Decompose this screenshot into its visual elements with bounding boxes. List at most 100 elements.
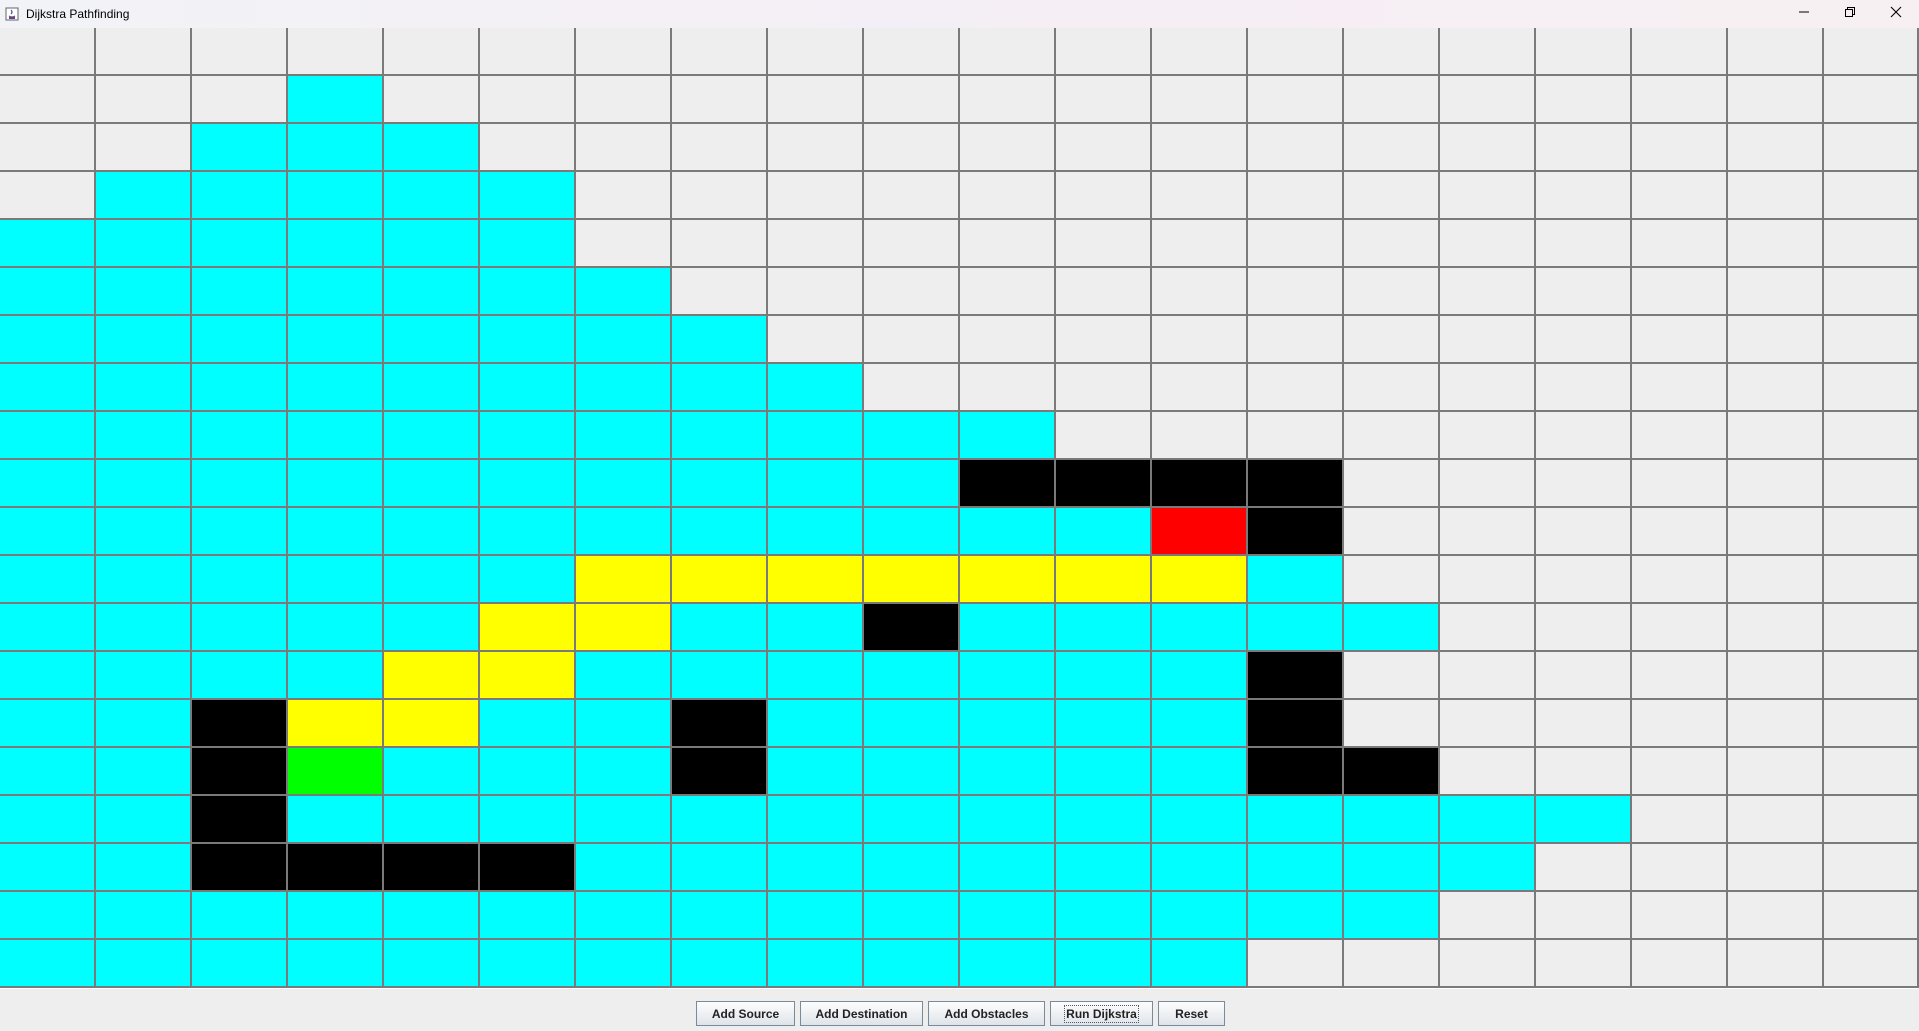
cell-visited[interactable] [768, 412, 864, 460]
cell-visited[interactable] [384, 460, 480, 508]
add-obstacles-button[interactable]: Add Obstacles [928, 1001, 1045, 1026]
cell-empty[interactable] [1440, 268, 1536, 316]
cell-empty[interactable] [576, 220, 672, 268]
cell-empty[interactable] [1056, 268, 1152, 316]
cell-visited[interactable] [1152, 892, 1248, 940]
cell-visited[interactable] [768, 700, 864, 748]
cell-path[interactable] [672, 556, 768, 604]
cell-empty[interactable] [1632, 28, 1728, 76]
cell-empty[interactable] [1248, 172, 1344, 220]
cell-path[interactable] [384, 652, 480, 700]
cell-empty[interactable] [1824, 268, 1919, 316]
cell-path[interactable] [576, 604, 672, 652]
cell-empty[interactable] [1536, 412, 1632, 460]
pathfinding-grid[interactable] [0, 28, 1919, 989]
cell-visited[interactable] [1344, 844, 1440, 892]
cell-visited[interactable] [864, 508, 960, 556]
cell-empty[interactable] [1728, 172, 1824, 220]
cell-visited[interactable] [1056, 796, 1152, 844]
cell-empty[interactable] [1824, 796, 1919, 844]
cell-empty[interactable] [1728, 700, 1824, 748]
cell-visited[interactable] [96, 892, 192, 940]
cell-empty[interactable] [96, 124, 192, 172]
cell-visited[interactable] [864, 748, 960, 796]
cell-empty[interactable] [1056, 124, 1152, 172]
cell-empty[interactable] [1632, 748, 1728, 796]
cell-empty[interactable] [1344, 412, 1440, 460]
cell-visited[interactable] [192, 460, 288, 508]
cell-visited[interactable] [1152, 700, 1248, 748]
cell-empty[interactable] [1152, 124, 1248, 172]
cell-visited[interactable] [288, 316, 384, 364]
cell-visited[interactable] [288, 508, 384, 556]
cell-visited[interactable] [192, 652, 288, 700]
cell-visited[interactable] [480, 796, 576, 844]
cell-visited[interactable] [480, 316, 576, 364]
cell-empty[interactable] [1536, 940, 1632, 988]
cell-visited[interactable] [480, 220, 576, 268]
cell-visited[interactable] [96, 604, 192, 652]
cell-empty[interactable] [1728, 28, 1824, 76]
cell-visited[interactable] [288, 604, 384, 652]
cell-visited[interactable] [1056, 604, 1152, 652]
cell-obstacle[interactable] [1248, 652, 1344, 700]
cell-visited[interactable] [672, 940, 768, 988]
cell-obstacle[interactable] [1344, 748, 1440, 796]
cell-visited[interactable] [384, 892, 480, 940]
cell-empty[interactable] [1152, 364, 1248, 412]
cell-obstacle[interactable] [192, 700, 288, 748]
cell-visited[interactable] [96, 412, 192, 460]
cell-visited[interactable] [96, 748, 192, 796]
cell-empty[interactable] [1536, 220, 1632, 268]
cell-empty[interactable] [1344, 652, 1440, 700]
cell-empty[interactable] [0, 76, 96, 124]
cell-visited[interactable] [864, 940, 960, 988]
cell-visited[interactable] [384, 364, 480, 412]
cell-visited[interactable] [1056, 940, 1152, 988]
cell-empty[interactable] [1440, 940, 1536, 988]
cell-empty[interactable] [1824, 604, 1919, 652]
cell-empty[interactable] [96, 28, 192, 76]
cell-visited[interactable] [288, 460, 384, 508]
cell-visited[interactable] [864, 844, 960, 892]
cell-empty[interactable] [1440, 508, 1536, 556]
cell-visited[interactable] [384, 172, 480, 220]
cell-visited[interactable] [960, 892, 1056, 940]
cell-empty[interactable] [1824, 700, 1919, 748]
cell-empty[interactable] [576, 124, 672, 172]
cell-visited[interactable] [0, 364, 96, 412]
cell-visited[interactable] [384, 220, 480, 268]
cell-visited[interactable] [1152, 940, 1248, 988]
cell-empty[interactable] [960, 268, 1056, 316]
cell-visited[interactable] [96, 220, 192, 268]
cell-visited[interactable] [576, 796, 672, 844]
cell-empty[interactable] [1632, 940, 1728, 988]
cell-visited[interactable] [0, 604, 96, 652]
cell-empty[interactable] [1440, 28, 1536, 76]
cell-empty[interactable] [1632, 220, 1728, 268]
cell-visited[interactable] [288, 796, 384, 844]
cell-empty[interactable] [768, 316, 864, 364]
cell-empty[interactable] [1248, 940, 1344, 988]
cell-visited[interactable] [768, 892, 864, 940]
cell-visited[interactable] [576, 316, 672, 364]
cell-visited[interactable] [384, 268, 480, 316]
cell-empty[interactable] [1824, 28, 1919, 76]
cell-empty[interactable] [1152, 316, 1248, 364]
cell-path[interactable] [384, 700, 480, 748]
cell-empty[interactable] [1632, 508, 1728, 556]
cell-empty[interactable] [960, 364, 1056, 412]
cell-visited[interactable] [96, 364, 192, 412]
cell-empty[interactable] [1632, 364, 1728, 412]
cell-visited[interactable] [480, 460, 576, 508]
cell-empty[interactable] [1248, 364, 1344, 412]
cell-visited[interactable] [864, 652, 960, 700]
cell-visited[interactable] [960, 508, 1056, 556]
cell-empty[interactable] [1536, 364, 1632, 412]
cell-empty[interactable] [864, 76, 960, 124]
cell-empty[interactable] [192, 28, 288, 76]
cell-empty[interactable] [1632, 700, 1728, 748]
cell-visited[interactable] [192, 220, 288, 268]
cell-visited[interactable] [1440, 796, 1536, 844]
cell-visited[interactable] [1056, 508, 1152, 556]
